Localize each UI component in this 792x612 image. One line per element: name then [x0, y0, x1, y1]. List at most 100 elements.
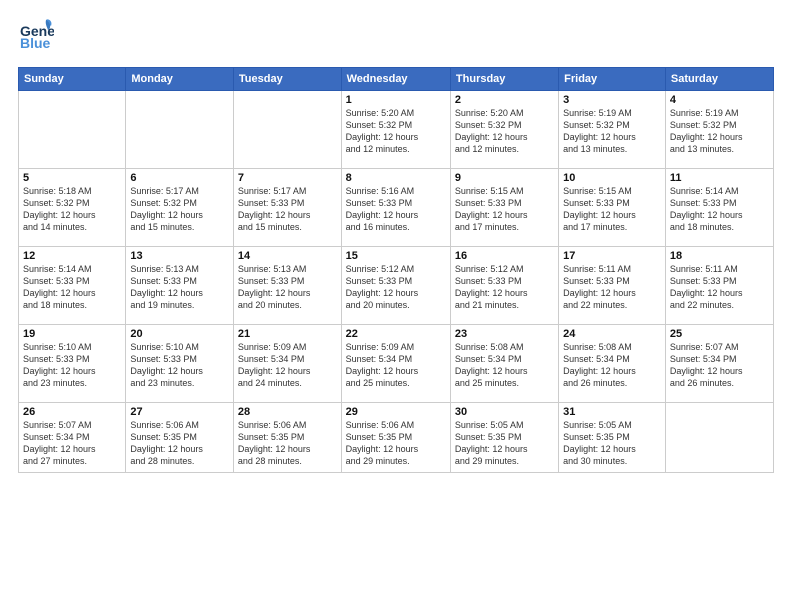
- day-cell: 10Sunrise: 5:15 AM Sunset: 5:33 PM Dayli…: [559, 169, 666, 247]
- day-detail: Sunrise: 5:05 AM Sunset: 5:35 PM Dayligh…: [563, 419, 661, 468]
- day-detail: Sunrise: 5:13 AM Sunset: 5:33 PM Dayligh…: [238, 263, 337, 312]
- header: General Blue: [18, 16, 774, 57]
- day-detail: Sunrise: 5:16 AM Sunset: 5:33 PM Dayligh…: [346, 185, 446, 234]
- day-detail: Sunrise: 5:13 AM Sunset: 5:33 PM Dayligh…: [130, 263, 229, 312]
- day-number: 23: [455, 328, 554, 340]
- day-number: 14: [238, 250, 337, 262]
- day-number: 10: [563, 172, 661, 184]
- day-cell: 28Sunrise: 5:06 AM Sunset: 5:35 PM Dayli…: [233, 403, 341, 473]
- weekday-header-saturday: Saturday: [665, 68, 773, 91]
- day-number: 16: [455, 250, 554, 262]
- weekday-header-wednesday: Wednesday: [341, 68, 450, 91]
- day-cell: [233, 91, 341, 169]
- day-number: 1: [346, 94, 446, 106]
- day-number: 3: [563, 94, 661, 106]
- day-number: 9: [455, 172, 554, 184]
- day-number: 4: [670, 94, 769, 106]
- day-cell: 26Sunrise: 5:07 AM Sunset: 5:34 PM Dayli…: [19, 403, 126, 473]
- svg-text:Blue: Blue: [20, 35, 51, 51]
- day-cell: [126, 91, 234, 169]
- page: General Blue SundayMondayTuesdayWednesda…: [0, 0, 792, 612]
- day-number: 5: [23, 172, 121, 184]
- day-detail: Sunrise: 5:09 AM Sunset: 5:34 PM Dayligh…: [346, 341, 446, 390]
- day-number: 13: [130, 250, 229, 262]
- day-detail: Sunrise: 5:09 AM Sunset: 5:34 PM Dayligh…: [238, 341, 337, 390]
- week-row-2: 5Sunrise: 5:18 AM Sunset: 5:32 PM Daylig…: [19, 169, 774, 247]
- week-row-4: 19Sunrise: 5:10 AM Sunset: 5:33 PM Dayli…: [19, 325, 774, 403]
- day-cell: 19Sunrise: 5:10 AM Sunset: 5:33 PM Dayli…: [19, 325, 126, 403]
- day-cell: 14Sunrise: 5:13 AM Sunset: 5:33 PM Dayli…: [233, 247, 341, 325]
- day-number: 26: [23, 406, 121, 418]
- day-number: 11: [670, 172, 769, 184]
- day-cell: 4Sunrise: 5:19 AM Sunset: 5:32 PM Daylig…: [665, 91, 773, 169]
- day-cell: 3Sunrise: 5:19 AM Sunset: 5:32 PM Daylig…: [559, 91, 666, 169]
- weekday-header-row: SundayMondayTuesdayWednesdayThursdayFrid…: [19, 68, 774, 91]
- day-detail: Sunrise: 5:12 AM Sunset: 5:33 PM Dayligh…: [455, 263, 554, 312]
- weekday-header-sunday: Sunday: [19, 68, 126, 91]
- day-number: 31: [563, 406, 661, 418]
- day-cell: 30Sunrise: 5:05 AM Sunset: 5:35 PM Dayli…: [450, 403, 558, 473]
- weekday-header-thursday: Thursday: [450, 68, 558, 91]
- day-number: 21: [238, 328, 337, 340]
- day-cell: 6Sunrise: 5:17 AM Sunset: 5:32 PM Daylig…: [126, 169, 234, 247]
- day-cell: 13Sunrise: 5:13 AM Sunset: 5:33 PM Dayli…: [126, 247, 234, 325]
- week-row-3: 12Sunrise: 5:14 AM Sunset: 5:33 PM Dayli…: [19, 247, 774, 325]
- day-cell: 23Sunrise: 5:08 AM Sunset: 5:34 PM Dayli…: [450, 325, 558, 403]
- day-number: 17: [563, 250, 661, 262]
- day-detail: Sunrise: 5:19 AM Sunset: 5:32 PM Dayligh…: [563, 107, 661, 156]
- day-cell: 12Sunrise: 5:14 AM Sunset: 5:33 PM Dayli…: [19, 247, 126, 325]
- day-detail: Sunrise: 5:17 AM Sunset: 5:32 PM Dayligh…: [130, 185, 229, 234]
- day-cell: 9Sunrise: 5:15 AM Sunset: 5:33 PM Daylig…: [450, 169, 558, 247]
- day-detail: Sunrise: 5:15 AM Sunset: 5:33 PM Dayligh…: [563, 185, 661, 234]
- day-number: 29: [346, 406, 446, 418]
- week-row-1: 1 Sunrise: 5:20 AM Sunset: 5:32 PM Daylig…: [19, 91, 774, 169]
- day-detail: Sunrise: 5:07 AM Sunset: 5:34 PM Dayligh…: [23, 419, 121, 468]
- day-cell: 20Sunrise: 5:10 AM Sunset: 5:33 PM Dayli…: [126, 325, 234, 403]
- day-cell: 16Sunrise: 5:12 AM Sunset: 5:33 PM Dayli…: [450, 247, 558, 325]
- day-detail: Sunrise: 5:14 AM Sunset: 5:33 PM Dayligh…: [23, 263, 121, 312]
- calendar: SundayMondayTuesdayWednesdayThursdayFrid…: [18, 67, 774, 473]
- day-detail: Sunrise: 5:05 AM Sunset: 5:35 PM Dayligh…: [455, 419, 554, 468]
- day-detail: Sunrise: 5:20 AM Sunset: 5:32 PM Dayligh…: [455, 107, 554, 156]
- day-number: 7: [238, 172, 337, 184]
- day-detail: Sunrise: 5:06 AM Sunset: 5:35 PM Dayligh…: [346, 419, 446, 468]
- day-detail: Sunrise: 5:07 AM Sunset: 5:34 PM Dayligh…: [670, 341, 769, 390]
- day-number: 19: [23, 328, 121, 340]
- day-number: 22: [346, 328, 446, 340]
- day-number: 18: [670, 250, 769, 262]
- week-row-5: 26Sunrise: 5:07 AM Sunset: 5:34 PM Dayli…: [19, 403, 774, 473]
- day-cell: 1Sunrise: 5:20 AM Sunset: 5:32 PM Daylig…: [341, 91, 450, 169]
- day-number: 12: [23, 250, 121, 262]
- day-cell: 15Sunrise: 5:12 AM Sunset: 5:33 PM Dayli…: [341, 247, 450, 325]
- day-number: 15: [346, 250, 446, 262]
- weekday-header-friday: Friday: [559, 68, 666, 91]
- day-cell: 22Sunrise: 5:09 AM Sunset: 5:34 PM Dayli…: [341, 325, 450, 403]
- day-detail: Sunrise: 5:10 AM Sunset: 5:33 PM Dayligh…: [23, 341, 121, 390]
- day-cell: 17Sunrise: 5:11 AM Sunset: 5:33 PM Dayli…: [559, 247, 666, 325]
- weekday-header-tuesday: Tuesday: [233, 68, 341, 91]
- logo-icon: General Blue: [18, 16, 54, 52]
- day-detail: Sunrise: 5:10 AM Sunset: 5:33 PM Dayligh…: [130, 341, 229, 390]
- day-detail: Sunrise: 5:08 AM Sunset: 5:34 PM Dayligh…: [455, 341, 554, 390]
- day-detail: Sunrise: 5:11 AM Sunset: 5:33 PM Dayligh…: [670, 263, 769, 312]
- day-number: 20: [130, 328, 229, 340]
- day-detail: Sunrise: 5:06 AM Sunset: 5:35 PM Dayligh…: [238, 419, 337, 468]
- day-cell: 24Sunrise: 5:08 AM Sunset: 5:34 PM Dayli…: [559, 325, 666, 403]
- day-cell: 29Sunrise: 5:06 AM Sunset: 5:35 PM Dayli…: [341, 403, 450, 473]
- day-cell: 21Sunrise: 5:09 AM Sunset: 5:34 PM Dayli…: [233, 325, 341, 403]
- day-cell: [665, 403, 773, 473]
- day-detail: Sunrise: 5:08 AM Sunset: 5:34 PM Dayligh…: [563, 341, 661, 390]
- day-number: 2: [455, 94, 554, 106]
- day-cell: 25Sunrise: 5:07 AM Sunset: 5:34 PM Dayli…: [665, 325, 773, 403]
- day-number: 8: [346, 172, 446, 184]
- day-detail: Sunrise: 5:14 AM Sunset: 5:33 PM Dayligh…: [670, 185, 769, 234]
- day-cell: 18Sunrise: 5:11 AM Sunset: 5:33 PM Dayli…: [665, 247, 773, 325]
- day-detail: Sunrise: 5:12 AM Sunset: 5:33 PM Dayligh…: [346, 263, 446, 312]
- day-number: 30: [455, 406, 554, 418]
- day-cell: 31Sunrise: 5:05 AM Sunset: 5:35 PM Dayli…: [559, 403, 666, 473]
- day-cell: 11Sunrise: 5:14 AM Sunset: 5:33 PM Dayli…: [665, 169, 773, 247]
- day-number: 27: [130, 406, 229, 418]
- day-detail: Sunrise: 5:19 AM Sunset: 5:32 PM Dayligh…: [670, 107, 769, 156]
- day-cell: 27Sunrise: 5:06 AM Sunset: 5:35 PM Dayli…: [126, 403, 234, 473]
- day-detail: Sunrise: 5:18 AM Sunset: 5:32 PM Dayligh…: [23, 185, 121, 234]
